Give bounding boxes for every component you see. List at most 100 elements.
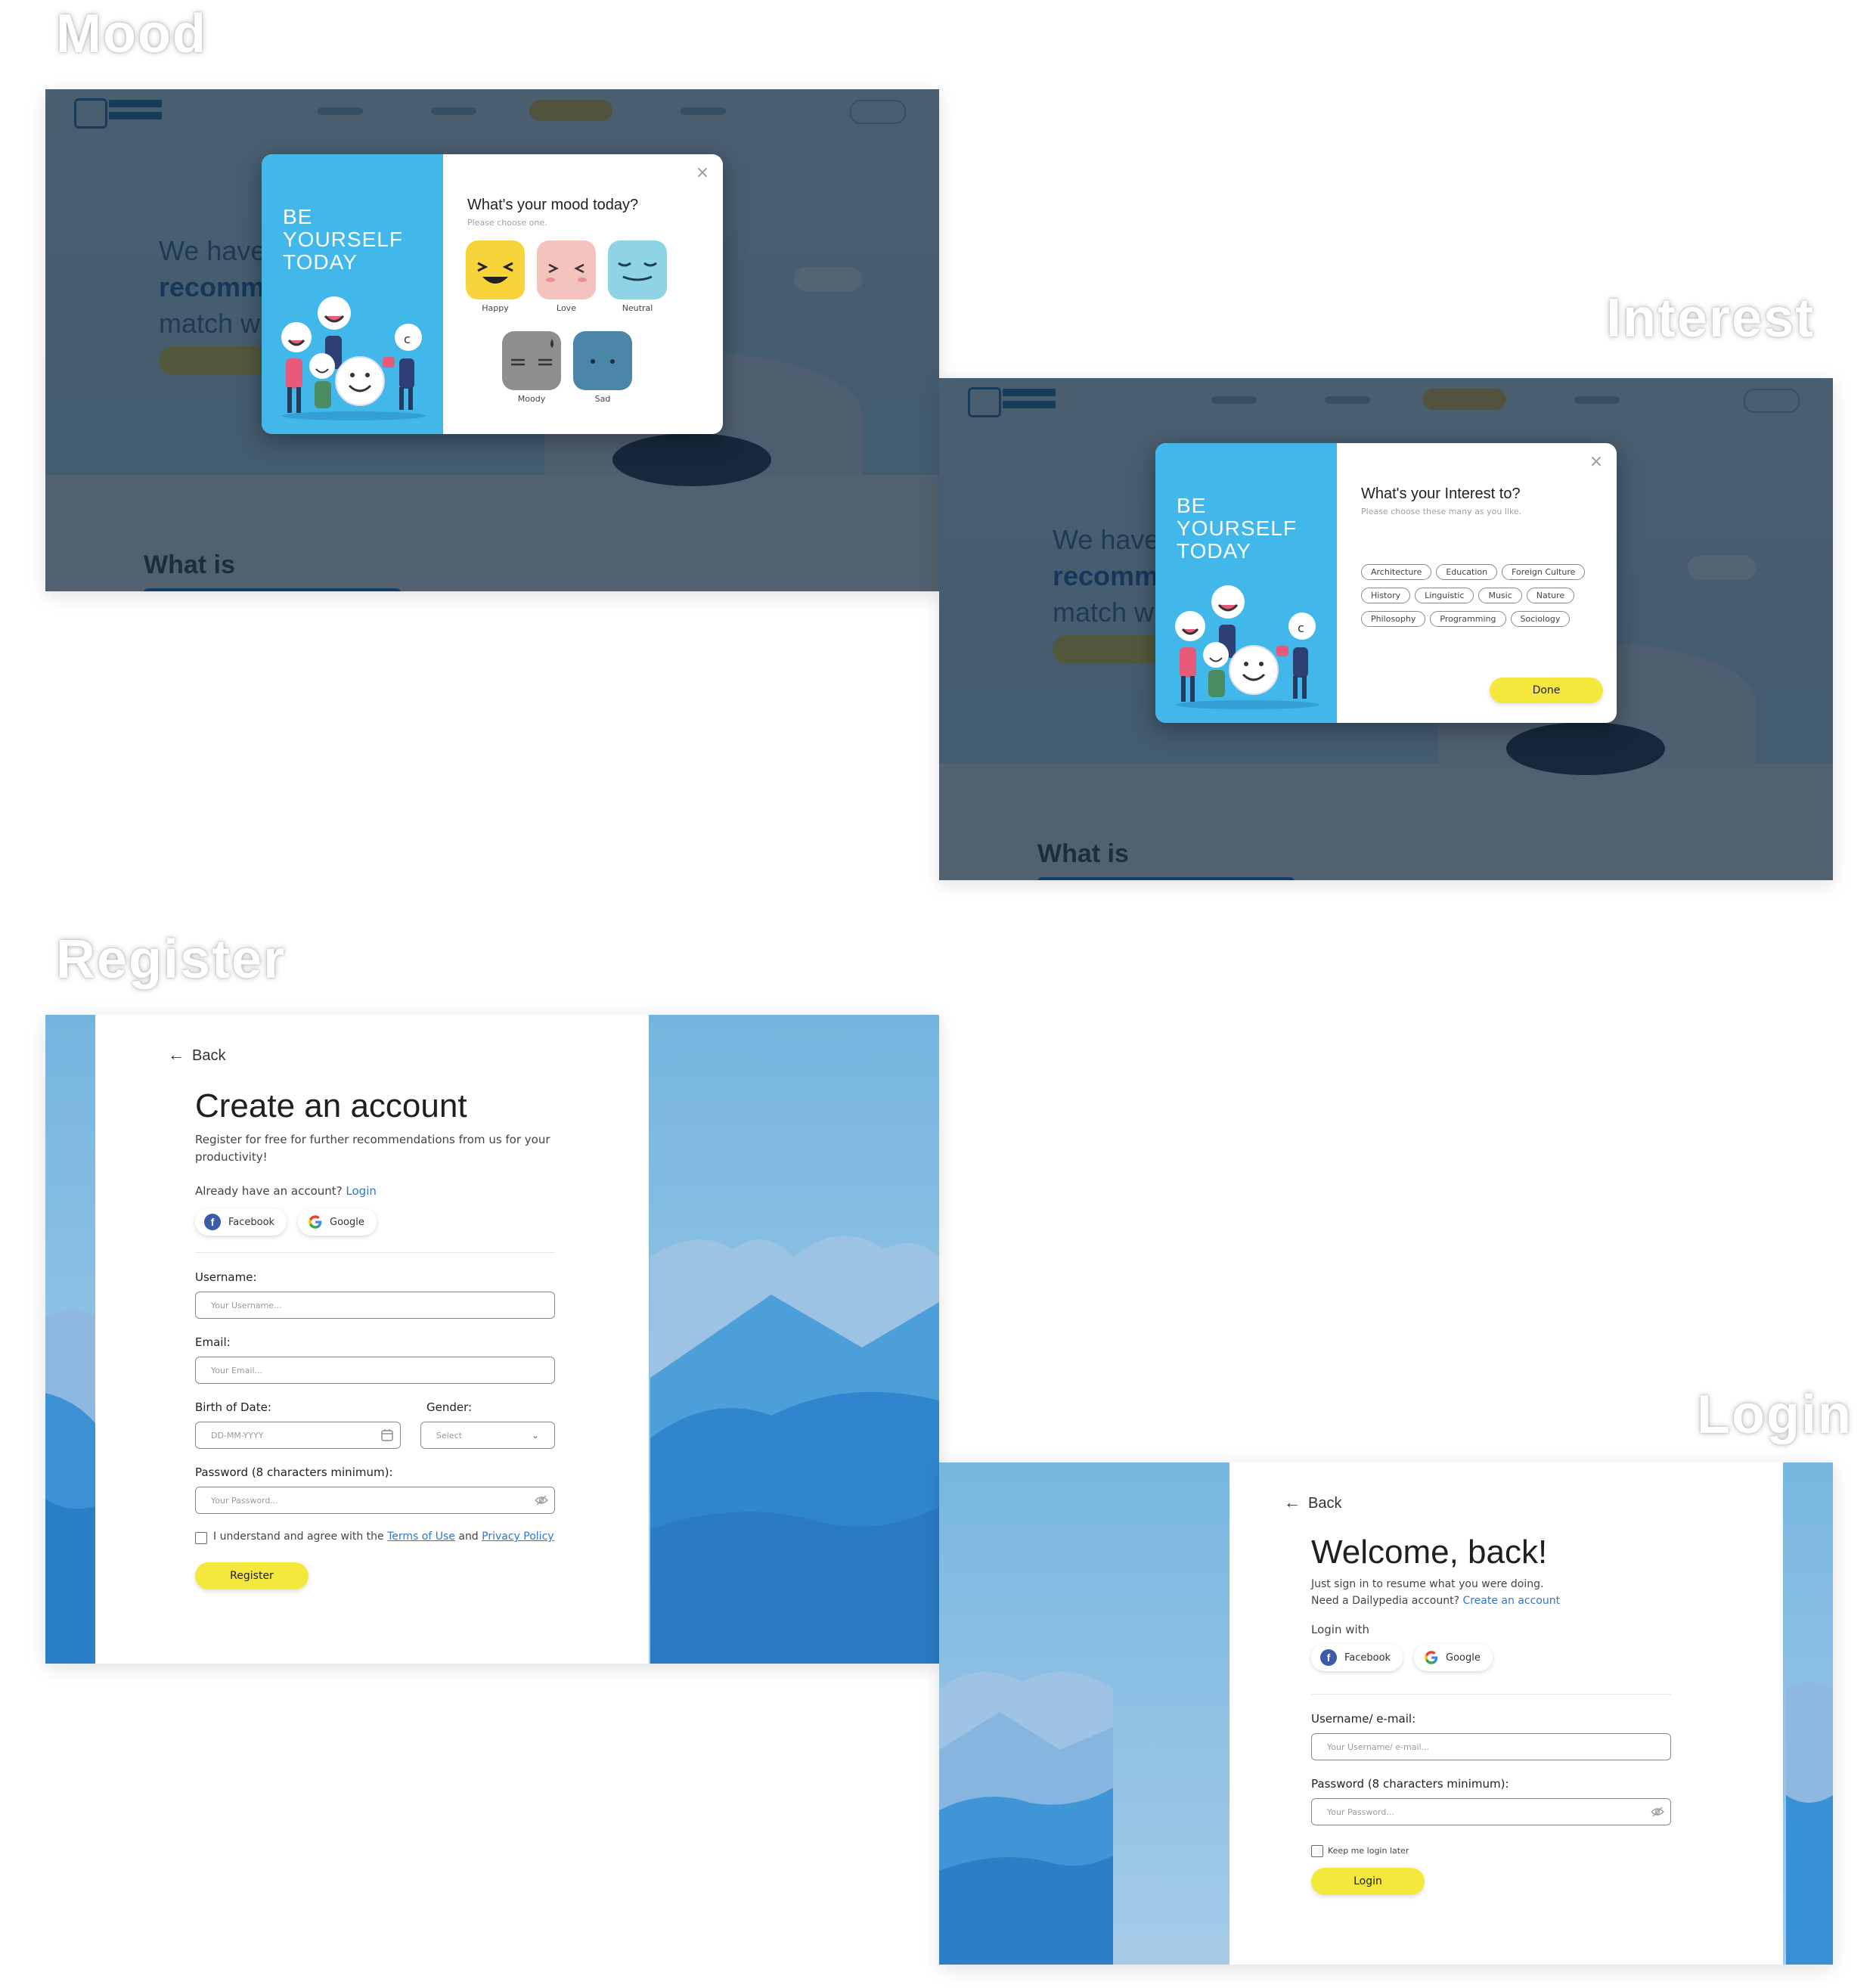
interest-question-title: What's your Interest to? xyxy=(1361,485,1521,502)
mood-option-happy[interactable]: Happy xyxy=(466,240,525,313)
page-title: Welcome, back! xyxy=(1311,1534,1548,1571)
terms-of-use-link[interactable]: Terms of Use xyxy=(387,1531,455,1543)
password-label: Password (8 characters minimum): xyxy=(1311,1777,1509,1791)
calendar-icon[interactable] xyxy=(380,1428,395,1443)
password-label: Password (8 characters minimum): xyxy=(195,1465,393,1479)
modal-banner: BE YOURSELF TODAY c xyxy=(1155,443,1337,723)
interest-frame: We haverecommmatch w What is BE YOURSELF… xyxy=(939,378,1833,880)
modal-tagline: BE YOURSELF TODAY xyxy=(283,205,403,274)
username-input[interactable] xyxy=(1311,1733,1671,1760)
modal-tagline: BE YOURSELF TODAY xyxy=(1177,494,1297,563)
sad-face-icon xyxy=(573,331,632,390)
facebook-icon: f xyxy=(204,1214,221,1230)
arrow-left-icon: ← xyxy=(1284,1493,1301,1512)
google-button[interactable]: Google xyxy=(1414,1644,1493,1671)
interest-chip-music[interactable]: Music xyxy=(1478,588,1522,603)
interest-chip-programming[interactable]: Programming xyxy=(1430,611,1506,627)
email-input[interactable] xyxy=(195,1357,555,1384)
mood-question-title: What's your mood today? xyxy=(467,197,639,213)
people-illustration: c xyxy=(1175,585,1319,709)
mood-option-neutral[interactable]: Neutral xyxy=(608,240,667,313)
gender-label: Gender: xyxy=(426,1400,473,1414)
interest-chip-history[interactable]: History xyxy=(1361,588,1411,603)
register-form-panel: ← Back Create an account Register for fre… xyxy=(95,1015,649,1664)
section-title-mood: Mood xyxy=(56,4,207,64)
page-title: Create an account xyxy=(195,1087,467,1124)
password-input[interactable] xyxy=(195,1487,555,1514)
birth-date-label: Birth of Date: xyxy=(195,1400,271,1414)
create-account-link[interactable]: Create an account xyxy=(1462,1595,1560,1607)
mood-label: Neutral xyxy=(622,303,653,313)
done-button[interactable]: Done xyxy=(1490,678,1603,703)
mood-frame: We haverecommmatch w What is BE YOURSELF… xyxy=(45,89,939,591)
svg-text:c: c xyxy=(1298,621,1304,635)
login-intro: Just sign in to resume what you were doi… xyxy=(1311,1578,1561,1607)
login-link[interactable]: Login xyxy=(346,1184,376,1198)
divider xyxy=(195,1252,555,1253)
interest-chip-list: Architecture Education Foreign Culture H… xyxy=(1361,564,1611,634)
register-frame: ← Back Create an account Register for fre… xyxy=(45,1015,939,1664)
back-link[interactable]: ← Back xyxy=(168,1045,225,1065)
mood-label: Sad xyxy=(594,394,611,404)
interest-chip-sociology[interactable]: Sociology xyxy=(1510,611,1571,627)
love-face-icon xyxy=(537,240,596,299)
email-label: Email: xyxy=(195,1335,231,1349)
interest-chip-linguistic[interactable]: Linguistic xyxy=(1415,588,1474,603)
back-link[interactable]: ← Back xyxy=(1284,1493,1341,1512)
section-title-register: Register xyxy=(56,929,287,990)
modal-banner: BE YOURSELF TODAY c xyxy=(262,154,443,434)
login-frame: ← Back Welcome, back! Just sign in to res… xyxy=(939,1462,1833,1965)
username-label: Username/ e-mail: xyxy=(1311,1712,1416,1726)
interest-chip-architecture[interactable]: Architecture xyxy=(1361,564,1432,580)
agree-text: I understand and agree with the Terms of… xyxy=(213,1531,554,1543)
mood-label: Moody xyxy=(517,394,546,404)
login-form-panel: ← Back Welcome, back! Just sign in to res… xyxy=(1229,1462,1783,1965)
mood-option-love[interactable]: Love xyxy=(537,240,596,313)
keep-login-checkbox[interactable] xyxy=(1311,1845,1323,1857)
birth-date-input[interactable] xyxy=(195,1422,401,1449)
interest-chip-education[interactable]: Education xyxy=(1436,564,1498,580)
google-icon xyxy=(309,1215,322,1229)
mood-label: Happy xyxy=(482,303,509,313)
register-description: Register for free for further recommenda… xyxy=(195,1133,550,1164)
gender-select[interactable]: Select ⌄ xyxy=(420,1422,555,1449)
keep-login-label: Keep me login later xyxy=(1328,1846,1409,1856)
interest-question-subtitle: Please choose these many as you like. xyxy=(1361,507,1522,516)
chevron-down-icon: ⌄ xyxy=(531,1430,539,1441)
mood-modal: BE YOURSELF TODAY c × What's your mood t… xyxy=(262,154,723,434)
svg-text:c: c xyxy=(404,332,411,346)
section-title-login: Login xyxy=(1697,1385,1853,1445)
google-button[interactable]: Google xyxy=(298,1208,377,1236)
mood-option-sad[interactable]: Sad xyxy=(573,331,632,404)
mood-label: Love xyxy=(557,303,576,313)
eye-slash-icon[interactable] xyxy=(534,1493,549,1508)
agree-checkbox[interactable] xyxy=(195,1532,207,1544)
arrow-left-icon: ← xyxy=(168,1045,184,1064)
username-label: Username: xyxy=(195,1270,257,1284)
google-icon xyxy=(1425,1651,1438,1664)
happy-face-icon xyxy=(466,240,525,299)
mood-question-subtitle: Please choose one. xyxy=(467,218,547,228)
interest-chip-nature[interactable]: Nature xyxy=(1526,588,1575,603)
neutral-face-icon xyxy=(608,240,667,299)
facebook-button[interactable]: f Facebook xyxy=(1311,1644,1403,1671)
username-input[interactable] xyxy=(195,1292,555,1319)
register-button[interactable]: Register xyxy=(195,1562,309,1589)
moody-face-icon xyxy=(502,331,561,390)
login-button[interactable]: Login xyxy=(1311,1868,1425,1895)
close-icon[interactable]: × xyxy=(694,165,711,181)
eye-slash-icon[interactable] xyxy=(1650,1804,1665,1819)
divider xyxy=(1311,1694,1671,1695)
interest-chip-foreign-culture[interactable]: Foreign Culture xyxy=(1502,564,1586,580)
section-title-interest: Interest xyxy=(1606,288,1816,349)
login-with-label: Login with xyxy=(1311,1623,1370,1636)
close-icon[interactable]: × xyxy=(1588,454,1605,470)
privacy-policy-link[interactable]: Privacy Policy xyxy=(482,1531,553,1543)
interest-modal: BE YOURSELF TODAY c × What's your Intere… xyxy=(1155,443,1617,723)
interest-chip-philosophy[interactable]: Philosophy xyxy=(1361,611,1426,627)
password-input[interactable] xyxy=(1311,1798,1671,1825)
facebook-icon: f xyxy=(1320,1649,1337,1666)
people-illustration: c xyxy=(281,296,426,420)
mood-option-moody[interactable]: Moody xyxy=(502,331,561,404)
facebook-button[interactable]: f Facebook xyxy=(195,1208,287,1236)
